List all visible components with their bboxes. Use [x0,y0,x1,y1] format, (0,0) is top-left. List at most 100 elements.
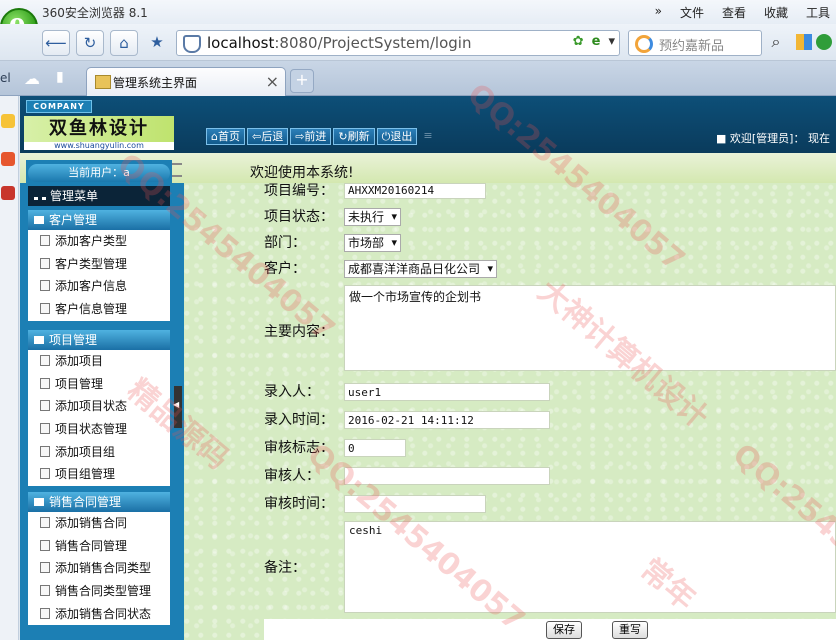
menu-item-customer-manage[interactable]: 客户信息管理 [28,298,170,321]
nav-logout-button[interactable]: ⏻退出 [376,128,418,145]
site-logo-text: 双鱼林设计 [24,116,174,142]
doc-icon [40,280,50,292]
home-icon: ⌂ [211,130,218,143]
menu-item-add-customer[interactable]: 添加客户信息 [28,275,170,298]
doc-icon [40,377,50,389]
menu-item-project-group-manage[interactable]: 项目组管理 [28,463,170,486]
audit-time-field[interactable] [344,495,486,513]
save-button[interactable]: 保存 [546,621,582,639]
doc-icon [40,607,50,619]
current-user: 当前用户：a [28,164,170,182]
remark-textarea[interactable]: ceshi [344,521,836,613]
dept-select[interactable]: 市场部 [344,234,402,252]
menu-view[interactable]: 查看 [722,4,746,21]
nav-forward-button[interactable]: ⇨前进 [290,128,332,145]
audit-time-label: 审核时间： [264,496,334,512]
browser-titlebar: 360安全浏览器 8.1 » 文件 查看 收藏 工具 [0,0,836,24]
menu-item-project-manage[interactable]: 项目管理 [28,373,170,396]
dept-label: 部门： [264,235,306,251]
menu-item-add-project-group[interactable]: 添加项目组 [28,441,170,464]
doc-icon [40,445,50,457]
left-menu: 当前用户：a 管理菜单 客户管理 添加客户类型 客户类型管理 添加客户信息 客户… [26,160,172,640]
content-label: 主要内容： [264,324,334,340]
browser-navbar: ⟵ ↻ ⌂ ★ localhost:8080/ProjectSystem/log… [0,24,836,61]
menu-group-customer: 客户管理 添加客户类型 客户类型管理 添加客户信息 客户信息管理 [28,210,170,321]
menu-item-add-contract-type[interactable]: 添加销售合同类型 [28,557,170,580]
menu-file[interactable]: 文件 [680,4,704,21]
weibo-icon[interactable] [1,152,15,166]
menu-group-header[interactable]: 客户管理 [28,210,170,230]
tab-bar: el ☁ ▮ 管理系统主界面 × + [0,61,836,96]
home-button[interactable]: ⌂ [110,30,138,56]
collapse-menu-handle[interactable] [173,386,182,428]
menu-item-contract-manage[interactable]: 销售合同管理 [28,535,170,558]
entry-time-field[interactable]: 2016-02-21 14:11:12 [344,411,550,429]
refresh-button[interactable]: ↻ [76,30,104,56]
refresh-icon: ↻ [338,130,348,143]
menu-item-add-contract[interactable]: 添加销售合同 [28,512,170,535]
site-logo: 双鱼林设计 www.shuangyulin.com [24,116,174,150]
customer-select[interactable]: 成都喜洋洋商品日化公司 [344,260,498,278]
menu-root[interactable]: 管理菜单 [28,186,170,206]
browser-menu: » 文件 查看 收藏 工具 [655,4,836,21]
menu-item-add-customer-type[interactable]: 添加客户类型 [28,230,170,253]
group-icon [34,336,44,344]
nav-refresh-button[interactable]: ↻刷新 [333,128,375,145]
audit-flag-field[interactable]: 0 [344,439,406,457]
ie-mode-icon[interactable]: e [592,34,601,49]
close-tab-icon[interactable]: × [266,72,279,91]
entry-user-field[interactable]: user1 [344,383,550,401]
address-bar[interactable]: localhost:8080/ProjectSystem/login ✿ e ▾ [176,30,620,56]
menu-group-header[interactable]: 项目管理 [28,330,170,350]
address-url: localhost:8080/ProjectSystem/login [207,34,472,52]
mail-icon[interactable] [1,186,15,200]
menu-item-customer-type-manage[interactable]: 客户类型管理 [28,253,170,276]
new-tab-button[interactable]: + [290,69,314,93]
menu-tools[interactable]: 工具 [806,4,830,21]
shield-icon [183,35,201,53]
security-icon[interactable] [816,34,832,50]
menu-item-add-project-status[interactable]: 添加项目状态 [28,395,170,418]
group-icon [34,498,44,506]
search-icon[interactable]: ⌕ [764,30,788,54]
back-arrow-icon: ⇦ [251,130,262,143]
dropdown-icon[interactable]: ▾ [608,34,615,49]
doc-icon [40,585,50,597]
remark-label: 备注： [264,560,306,576]
speed-icon[interactable]: ✿ [573,34,584,49]
apps-icon[interactable] [796,34,812,50]
group-icon [34,216,44,224]
project-no-field[interactable]: AHXXM20160214 [344,183,486,199]
back-button[interactable]: ⟵ [42,30,70,56]
doc-icon [40,562,50,574]
welcome-user: ■ 欢迎[管理员]： 现在 [716,132,830,145]
menu-group-header[interactable]: 销售合同管理 [28,492,170,512]
address-actions: ✿ e ▾ [573,34,615,49]
star-side-icon[interactable] [1,114,15,128]
tab-main[interactable]: 管理系统主界面 × [86,67,286,96]
nav-back-button[interactable]: ⇦后退 [246,128,289,145]
cloud-icon[interactable]: ☁ [24,69,40,88]
menu-item-contract-type-manage[interactable]: 销售合同类型管理 [28,580,170,603]
menu-group-contract: 销售合同管理 添加销售合同 销售合同管理 添加销售合同类型 销售合同类型管理 添… [28,492,170,626]
grip-icon [172,163,182,177]
search-input[interactable]: 预约嘉新品 [628,30,762,56]
status-select[interactable]: 未执行 [344,208,402,226]
menu-item-project-status-manage[interactable]: 项目状态管理 [28,418,170,441]
menu-item-add-contract-status[interactable]: 添加销售合同状态 [28,603,170,626]
menu-favorites[interactable]: 收藏 [764,4,788,21]
nav-home-button[interactable]: ⌂首页 [206,128,245,145]
menu-icon [34,187,46,200]
audit-flag-label: 审核标志： [264,440,334,456]
star-icon[interactable]: ★ [144,30,170,54]
auditor-field[interactable] [344,467,550,485]
customer-label: 客户： [264,261,306,277]
reset-button[interactable]: 重写 [612,621,648,639]
welcome-message: 欢迎使用本系统! [250,165,354,181]
app-page: COMPANY 双鱼林设计 www.shuangyulin.com ⌂首页 ⇦后… [20,96,836,640]
content-textarea[interactable]: 做一个市场宣传的企划书 [344,285,836,371]
browser-sidebar [0,96,19,640]
menu-overflow[interactable]: » [655,4,662,21]
page-icon[interactable]: ▮ [56,69,64,85]
menu-item-add-project[interactable]: 添加项目 [28,350,170,373]
